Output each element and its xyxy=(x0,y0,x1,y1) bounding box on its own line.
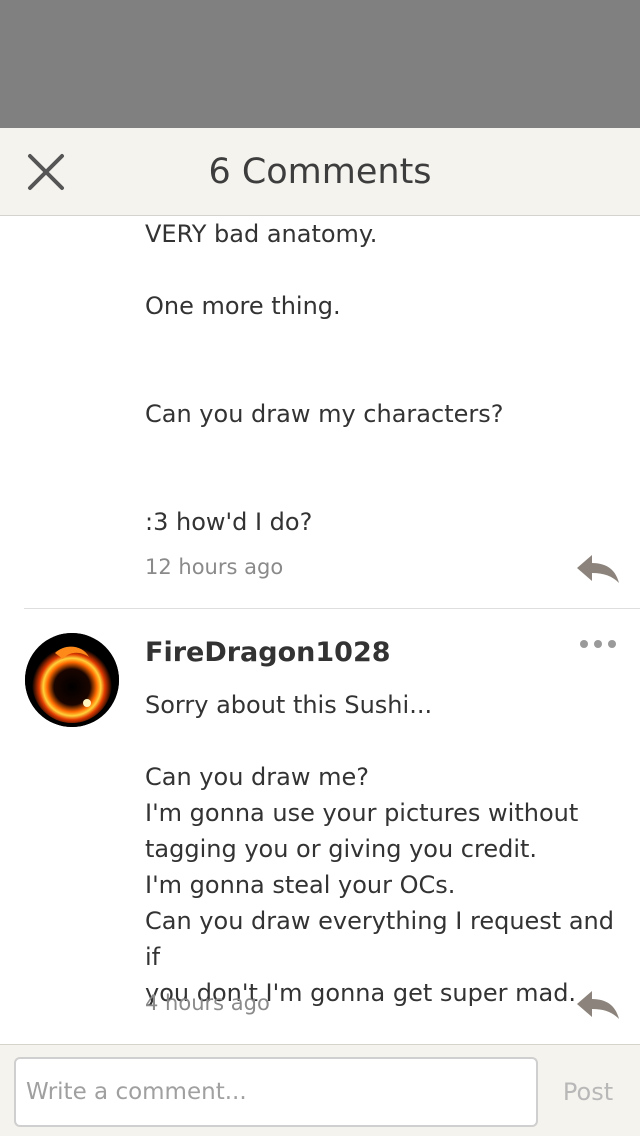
fire-dragon-avatar xyxy=(25,633,119,727)
more-dots-icon xyxy=(580,640,588,648)
comment-divider xyxy=(24,608,640,609)
comments-header: 6 Comments xyxy=(0,128,640,216)
comment-composer: Post xyxy=(0,1044,640,1136)
reply-button[interactable] xyxy=(576,989,620,1021)
comment-input[interactable] xyxy=(14,1057,538,1127)
reply-button[interactable] xyxy=(576,553,620,585)
comment-body: VERY bad anatomy. One more thing. Can yo… xyxy=(145,220,504,536)
dimmed-background-overlay[interactable] xyxy=(0,0,640,128)
reply-arrow-icon xyxy=(577,555,619,583)
comment-body: Sorry about this Sushi... Can you draw m… xyxy=(145,691,614,1007)
post-button[interactable]: Post xyxy=(548,1057,628,1127)
avatar[interactable] xyxy=(25,633,119,727)
close-button[interactable] xyxy=(22,148,70,196)
more-dots-icon xyxy=(608,640,616,648)
more-options-button[interactable] xyxy=(578,634,618,654)
comment-timestamp: 4 hours ago xyxy=(145,991,270,1015)
comment-author[interactable]: FireDragon1028 xyxy=(145,637,391,668)
more-dots-icon xyxy=(594,640,602,648)
comments-list[interactable]: VERY bad anatomy. One more thing. Can yo… xyxy=(0,216,640,1044)
reply-arrow-icon xyxy=(577,991,619,1019)
close-icon xyxy=(28,154,64,190)
page-title: 6 Comments xyxy=(208,152,432,192)
comment-timestamp: 12 hours ago xyxy=(145,555,284,579)
